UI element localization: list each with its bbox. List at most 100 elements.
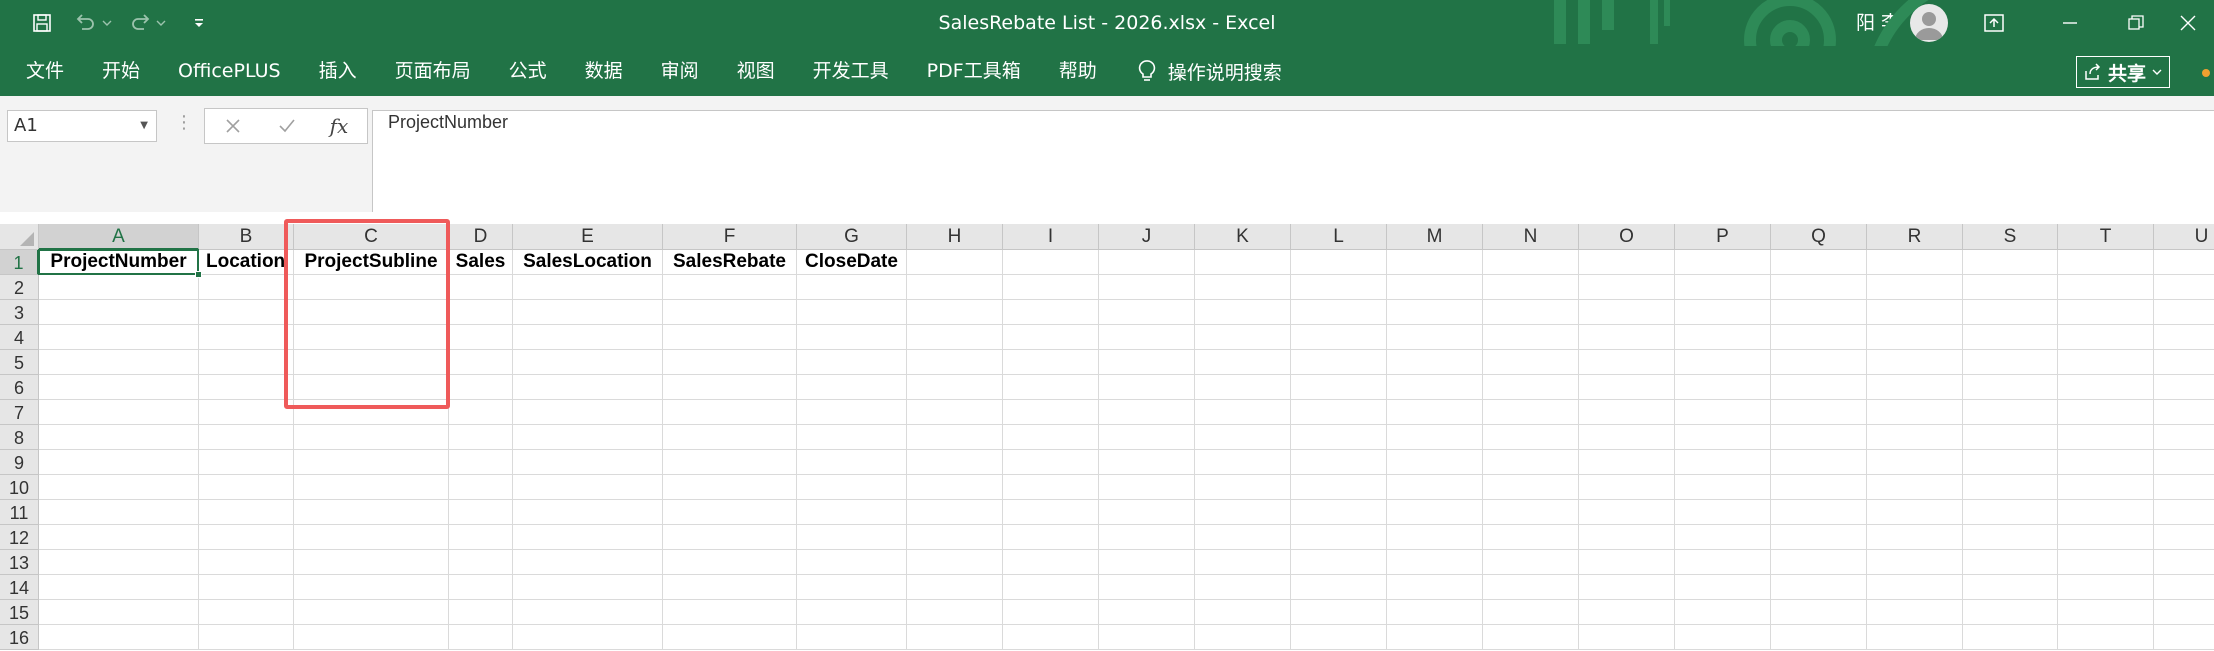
cell-u14[interactable] (2154, 575, 2214, 600)
cell-n15[interactable] (1483, 600, 1579, 625)
cell-j9[interactable] (1099, 450, 1195, 475)
cell-a3[interactable] (39, 300, 199, 325)
cell-h13[interactable] (907, 550, 1003, 575)
cell-d2[interactable] (449, 275, 513, 300)
minimize-icon[interactable] (2040, 0, 2100, 46)
cell-f13[interactable] (663, 550, 797, 575)
cell-a10[interactable] (39, 475, 199, 500)
cell-g5[interactable] (797, 350, 907, 375)
cell-u3[interactable] (2154, 300, 2214, 325)
cell-o4[interactable] (1579, 325, 1675, 350)
column-header-r[interactable]: R (1867, 224, 1963, 250)
cell-r10[interactable] (1867, 475, 1963, 500)
cell-s16[interactable] (1963, 625, 2058, 650)
cell-h15[interactable] (907, 600, 1003, 625)
cell-i13[interactable] (1003, 550, 1099, 575)
cell-e12[interactable] (513, 525, 663, 550)
cell-e10[interactable] (513, 475, 663, 500)
cell-e15[interactable] (513, 600, 663, 625)
cell-b2[interactable] (199, 275, 294, 300)
cell-f9[interactable] (663, 450, 797, 475)
formula-input[interactable]: ProjectNumber (372, 110, 2214, 212)
column-header-k[interactable]: K (1195, 224, 1291, 250)
cell-d15[interactable] (449, 600, 513, 625)
tab-help[interactable]: 帮助 (1040, 46, 1116, 96)
cell-o14[interactable] (1579, 575, 1675, 600)
cell-o15[interactable] (1579, 600, 1675, 625)
cell-b9[interactable] (199, 450, 294, 475)
cell-g10[interactable] (797, 475, 907, 500)
cell-o6[interactable] (1579, 375, 1675, 400)
row-header-4[interactable]: 4 (0, 325, 39, 350)
cell-i6[interactable] (1003, 375, 1099, 400)
cell-l16[interactable] (1291, 625, 1387, 650)
cell-n12[interactable] (1483, 525, 1579, 550)
cell-k11[interactable] (1195, 500, 1291, 525)
cell-d11[interactable] (449, 500, 513, 525)
cell-f15[interactable] (663, 600, 797, 625)
cell-h10[interactable] (907, 475, 1003, 500)
cell-m3[interactable] (1387, 300, 1483, 325)
cell-q3[interactable] (1771, 300, 1867, 325)
cell-k7[interactable] (1195, 400, 1291, 425)
cell-j3[interactable] (1099, 300, 1195, 325)
cell-j14[interactable] (1099, 575, 1195, 600)
cell-u2[interactable] (2154, 275, 2214, 300)
row-header-5[interactable]: 5 (0, 350, 39, 375)
row-header-7[interactable]: 7 (0, 400, 39, 425)
cell-q5[interactable] (1771, 350, 1867, 375)
cell-n14[interactable] (1483, 575, 1579, 600)
cell-k9[interactable] (1195, 450, 1291, 475)
cell-u8[interactable] (2154, 425, 2214, 450)
cell-r14[interactable] (1867, 575, 1963, 600)
cell-f11[interactable] (663, 500, 797, 525)
cell-t1[interactable] (2058, 250, 2154, 275)
cell-h11[interactable] (907, 500, 1003, 525)
cell-m16[interactable] (1387, 625, 1483, 650)
row-header-8[interactable]: 8 (0, 425, 39, 450)
cell-e13[interactable] (513, 550, 663, 575)
cell-h8[interactable] (907, 425, 1003, 450)
tab-view[interactable]: 视图 (718, 46, 794, 96)
cell-a2[interactable] (39, 275, 199, 300)
cell-k8[interactable] (1195, 425, 1291, 450)
cell-a8[interactable] (39, 425, 199, 450)
cell-s15[interactable] (1963, 600, 2058, 625)
cell-f12[interactable] (663, 525, 797, 550)
cell-c16[interactable] (294, 625, 449, 650)
cell-t8[interactable] (2058, 425, 2154, 450)
cell-a4[interactable] (39, 325, 199, 350)
cell-n8[interactable] (1483, 425, 1579, 450)
cell-o2[interactable] (1579, 275, 1675, 300)
row-header-1[interactable]: 1 (0, 250, 39, 275)
cell-p8[interactable] (1675, 425, 1771, 450)
cell-o7[interactable] (1579, 400, 1675, 425)
cell-j1[interactable] (1099, 250, 1195, 275)
cell-s11[interactable] (1963, 500, 2058, 525)
cell-p16[interactable] (1675, 625, 1771, 650)
cell-j6[interactable] (1099, 375, 1195, 400)
cell-n3[interactable] (1483, 300, 1579, 325)
cell-l4[interactable] (1291, 325, 1387, 350)
tab-insert[interactable]: 插入 (300, 46, 376, 96)
enter-icon[interactable] (267, 109, 307, 143)
column-header-e[interactable]: E (513, 224, 663, 250)
cell-i10[interactable] (1003, 475, 1099, 500)
cell-o5[interactable] (1579, 350, 1675, 375)
cell-g3[interactable] (797, 300, 907, 325)
row-header-15[interactable]: 15 (0, 600, 39, 625)
cell-s4[interactable] (1963, 325, 2058, 350)
cell-h3[interactable] (907, 300, 1003, 325)
cell-n10[interactable] (1483, 475, 1579, 500)
column-header-t[interactable]: T (2058, 224, 2154, 250)
cell-n9[interactable] (1483, 450, 1579, 475)
cell-t9[interactable] (2058, 450, 2154, 475)
cell-a6[interactable] (39, 375, 199, 400)
cell-r12[interactable] (1867, 525, 1963, 550)
cell-t6[interactable] (2058, 375, 2154, 400)
cell-i8[interactable] (1003, 425, 1099, 450)
cell-e11[interactable] (513, 500, 663, 525)
column-header-i[interactable]: I (1003, 224, 1099, 250)
cell-k14[interactable] (1195, 575, 1291, 600)
cell-f14[interactable] (663, 575, 797, 600)
